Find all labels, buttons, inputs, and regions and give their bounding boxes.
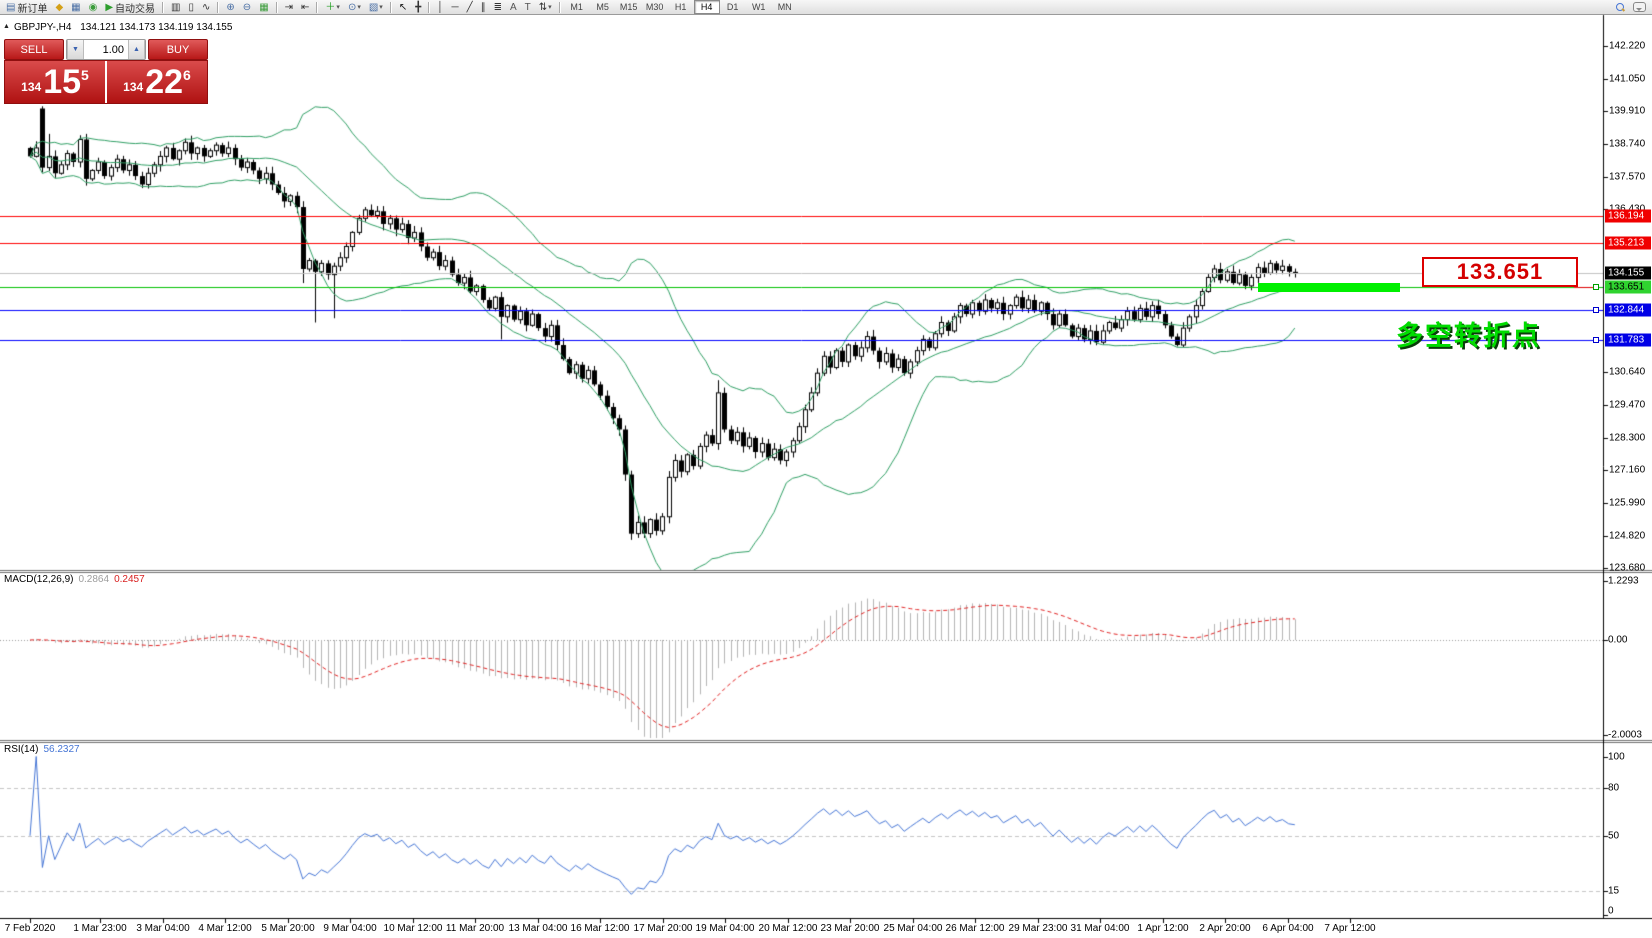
sell-price-sup: 5 <box>81 67 89 83</box>
time-axis-label: 7 Feb 2020 <box>5 923 56 934</box>
price-line-label: 131.783 <box>1605 333 1651 346</box>
price-axis-tick: 125.990 <box>1609 497 1652 508</box>
rsi-axis-label: 80 <box>1608 783 1619 794</box>
symbol-info-line: GBPJPY-,H4 134.121 134.173 134.119 134.1… <box>14 22 232 33</box>
price-line-label: 132.844 <box>1605 303 1651 316</box>
time-axis-label: 13 Mar 04:00 <box>509 923 568 934</box>
macd-name: MACD(12,26,9) <box>4 574 73 585</box>
time-axis-label: 26 Mar 12:00 <box>946 923 1005 934</box>
rsi-value: 56.2327 <box>43 744 79 755</box>
symbol-ohlc: 134.121 134.173 134.119 134.155 <box>80 22 232 33</box>
price-axis-tick: 137.570 <box>1609 171 1652 182</box>
macd-main-value: 0.2864 <box>78 574 109 585</box>
price-axis-tick: 138.740 <box>1609 138 1652 149</box>
time-axis-label: 4 Mar 12:00 <box>198 923 251 934</box>
price-axis-tick: 128.300 <box>1609 432 1652 443</box>
sell-price-prefix: 134 <box>21 80 41 94</box>
chart-canvas[interactable] <box>0 0 1652 938</box>
line-drag-handle[interactable] <box>1593 284 1599 290</box>
macd-indicator-label: MACD(12,26,9) 0.2864 0.2457 <box>4 574 145 585</box>
time-axis-label: 11 Mar 20:00 <box>446 923 504 934</box>
volume-increase-button[interactable]: ▲ <box>128 40 145 59</box>
rsi-axis-label: 100 <box>1608 751 1625 762</box>
time-axis-label: 17 Mar 20:00 <box>634 923 693 934</box>
time-axis-label: 23 Mar 20:00 <box>821 923 880 934</box>
volume-decrease-button[interactable]: ▼ <box>67 40 84 59</box>
one-click-panel-toggle[interactable]: ▲ <box>3 23 10 30</box>
time-axis-label: 1 Mar 23:00 <box>73 923 126 934</box>
time-axis-label: 9 Mar 04:00 <box>323 923 376 934</box>
time-axis-label: 3 Mar 04:00 <box>136 923 189 934</box>
time-axis-label: 29 Mar 23:00 <box>1009 923 1068 934</box>
mt4-window: ▤新订单◆▦◉▶自动交易▥▯∿⊕⊖▦⇥⇤＋▾⊙▾▧▾↖╋│─╱∥≣AT⇅▾M1M… <box>0 0 1652 938</box>
time-axis-label: 19 Mar 04:00 <box>696 923 755 934</box>
price-axis-tick: 139.910 <box>1609 106 1652 117</box>
volume-spinner[interactable]: ▼ 1.00 ▲ <box>66 39 146 60</box>
price-axis-tick: 127.160 <box>1609 465 1652 476</box>
price-axis-tick: 141.050 <box>1609 73 1652 84</box>
price-axis-tick: 124.820 <box>1609 530 1652 541</box>
symbol-name: GBPJPY-,H4 <box>14 22 71 33</box>
rsi-axis-label: 15 <box>1608 886 1619 897</box>
time-axis-label: 2 Apr 20:00 <box>1199 923 1250 934</box>
buy-button[interactable]: BUY <box>148 39 208 60</box>
sell-button[interactable]: SELL <box>4 39 64 60</box>
time-axis-label: 16 Mar 12:00 <box>571 923 630 934</box>
buy-price-prefix: 134 <box>123 80 143 94</box>
rsi-axis-label: 0 <box>1608 906 1614 917</box>
turning-point-annotation[interactable]: 多空转折点 <box>1396 314 1541 353</box>
rsi-axis-label: 50 <box>1608 830 1619 841</box>
time-axis-label: 5 Mar 20:00 <box>261 923 314 934</box>
buy-price[interactable]: 134 22 6 <box>107 61 207 103</box>
price-line-label: 136.194 <box>1605 209 1651 222</box>
line-drag-handle[interactable] <box>1593 337 1599 343</box>
macd-axis-label: 0.00 <box>1608 635 1627 646</box>
price-line-label: 135.213 <box>1605 237 1651 250</box>
buy-price-sup: 6 <box>183 67 191 83</box>
time-axis-label: 1 Apr 12:00 <box>1137 923 1188 934</box>
macd-axis-label: -2.0003 <box>1608 730 1642 741</box>
price-axis-tick: 130.640 <box>1609 367 1652 378</box>
price-axis-tick: 123.680 <box>1609 563 1652 574</box>
price-line-label: 134.155 <box>1605 267 1651 280</box>
price-axis-tick: 129.470 <box>1609 399 1652 410</box>
one-click-trade-panel: SELL ▼ 1.00 ▲ BUY 134 15 5 134 22 6 <box>4 39 208 104</box>
price-annotation-box[interactable]: 133.651 <box>1422 257 1578 287</box>
time-axis-label: 7 Apr 12:00 <box>1324 923 1375 934</box>
rsi-indicator-label: RSI(14) 56.2327 <box>4 744 80 755</box>
time-axis-label: 20 Mar 12:00 <box>759 923 818 934</box>
rsi-name: RSI(14) <box>4 744 38 755</box>
price-highlight-bar[interactable] <box>1258 283 1400 292</box>
sell-price[interactable]: 134 15 5 <box>5 61 105 103</box>
time-axis-label: 25 Mar 04:00 <box>884 923 943 934</box>
price-line-label: 133.651 <box>1605 281 1651 294</box>
sell-price-big: 15 <box>43 63 81 101</box>
macd-axis-label: 1.2293 <box>1608 576 1639 587</box>
volume-input[interactable]: 1.00 <box>84 40 128 59</box>
time-axis-label: 6 Apr 04:00 <box>1262 923 1313 934</box>
time-axis-label: 31 Mar 04:00 <box>1071 923 1130 934</box>
buy-price-big: 22 <box>145 63 183 101</box>
macd-signal-value: 0.2457 <box>114 574 145 585</box>
line-drag-handle[interactable] <box>1593 307 1599 313</box>
time-axis-label: 10 Mar 12:00 <box>384 923 443 934</box>
price-axis-tick: 142.220 <box>1609 41 1652 52</box>
